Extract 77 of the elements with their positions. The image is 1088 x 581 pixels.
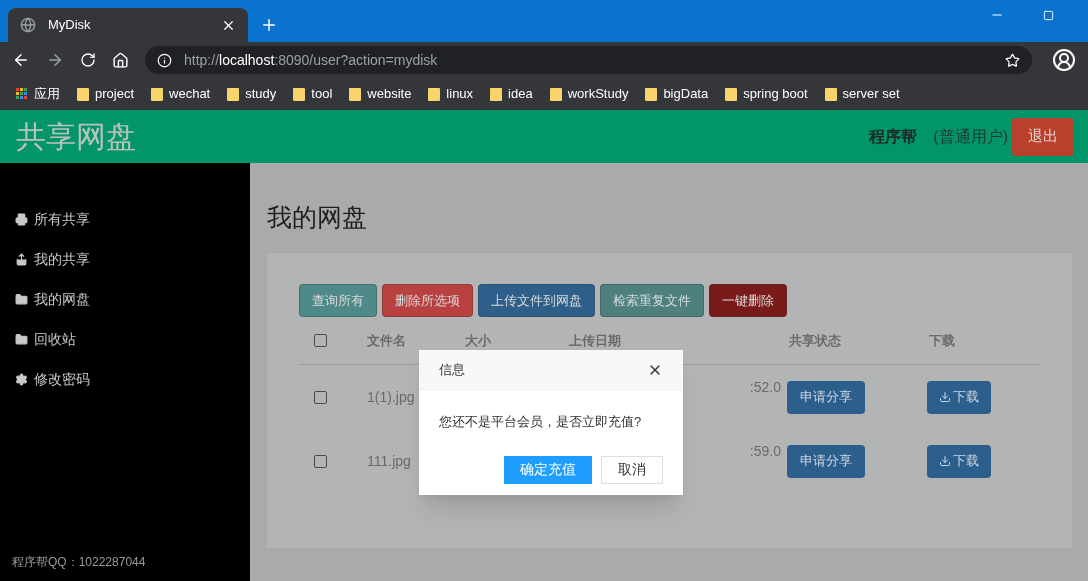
- star-icon[interactable]: [1005, 52, 1020, 68]
- toolbar-button[interactable]: 上传文件到网盘: [478, 284, 595, 317]
- sidebar-item[interactable]: 我的网盘: [15, 279, 250, 319]
- folder-icon: [490, 87, 503, 101]
- bookmark[interactable]: server set: [824, 84, 900, 104]
- checkbox[interactable]: [314, 334, 327, 347]
- toolbar-button[interactable]: 一键删除: [709, 284, 787, 317]
- folder-icon: [293, 87, 306, 101]
- checkbox[interactable]: [314, 390, 327, 404]
- dialog-title: 信息: [439, 360, 466, 379]
- reload-icon[interactable]: [80, 52, 96, 68]
- url-text: http://localhost:8090/user?action=mydisk: [184, 50, 439, 70]
- folder-icon: [15, 292, 28, 306]
- upload-date: :52.0: [749, 378, 781, 397]
- username: 程序帮: [869, 126, 918, 147]
- folder-icon: [824, 87, 837, 101]
- bookmark[interactable]: bigData: [645, 84, 709, 104]
- column-header: 共享状态: [789, 331, 842, 350]
- folder-icon: [227, 87, 240, 101]
- sidebar-item[interactable]: 所有共享: [15, 199, 250, 239]
- folder-icon: [549, 87, 562, 101]
- folder-icon: [645, 87, 658, 101]
- column-header: 文件名: [367, 331, 407, 350]
- logout-button[interactable]: 退出: [1012, 117, 1074, 156]
- bookmark[interactable]: spring boot: [725, 84, 808, 104]
- folder-icon: [349, 87, 362, 101]
- column-header: 下载: [929, 331, 955, 350]
- bookmark[interactable]: website: [349, 84, 412, 104]
- address-bar[interactable]: http://localhost:8090/user?action=mydisk: [145, 46, 1032, 74]
- bookmark[interactable]: 应用: [16, 84, 60, 104]
- page-title: 我的网盘: [267, 202, 368, 233]
- apps-grid-icon: [16, 88, 28, 100]
- download-icon: [939, 455, 951, 467]
- bookmark[interactable]: idea: [490, 84, 533, 104]
- globe-icon: [20, 17, 36, 33]
- checkbox[interactable]: [314, 454, 327, 468]
- folder-icon: [77, 87, 89, 101]
- maximize-icon[interactable]: [1043, 10, 1054, 21]
- download-button[interactable]: 下载: [927, 380, 991, 414]
- home-icon[interactable]: [112, 51, 129, 69]
- contact-text: 程序帮QQ：1022287044: [12, 554, 147, 571]
- gear-icon: [15, 372, 28, 386]
- back-icon[interactable]: [12, 51, 30, 69]
- folder-icon: [725, 87, 738, 101]
- new-tab-icon[interactable]: [260, 16, 278, 34]
- profile-icon[interactable]: [1052, 48, 1076, 72]
- upload-date: :59.0: [749, 442, 781, 461]
- tab-title: MyDisk: [48, 16, 92, 35]
- sidebar-item[interactable]: 回收站: [15, 319, 250, 359]
- folder-icon: [428, 87, 441, 101]
- share-request-button[interactable]: 申请分享: [787, 444, 865, 478]
- user-role: (普通用户): [933, 126, 1008, 147]
- download-icon: [939, 391, 951, 403]
- column-header: 大小: [465, 331, 492, 350]
- download-button[interactable]: 下载: [927, 444, 991, 478]
- info-icon: [157, 52, 172, 68]
- bookmark[interactable]: tool: [293, 84, 333, 104]
- file-name: 111.jpg: [367, 451, 412, 471]
- logo-text: 共享网盘: [16, 119, 136, 155]
- file-name: 1(1).jpg: [367, 387, 416, 407]
- toolbar-button[interactable]: 删除所选项: [382, 284, 473, 317]
- share-request-button[interactable]: 申请分享: [787, 380, 865, 414]
- bookmark[interactable]: project: [77, 84, 135, 104]
- bookmark[interactable]: study: [227, 84, 277, 104]
- bookmark[interactable]: wechat: [151, 84, 211, 104]
- forward-icon[interactable]: [46, 51, 64, 69]
- bookmark[interactable]: linux: [428, 84, 474, 104]
- dialog-message: 您还不是平台会员，是否立即充值?: [438, 413, 643, 431]
- folder-icon: [151, 87, 164, 101]
- share-arrow-icon: [15, 252, 28, 266]
- sidebar-item[interactable]: 修改密码: [15, 359, 250, 399]
- column-header: 上传日期: [569, 331, 622, 350]
- bookmark[interactable]: workStudy: [549, 84, 629, 104]
- folder-icon: [15, 332, 28, 346]
- browser-tab[interactable]: MyDisk: [8, 8, 248, 42]
- sidebar-item[interactable]: 我的共享: [15, 239, 250, 279]
- cancel-button[interactable]: 取消: [601, 455, 663, 484]
